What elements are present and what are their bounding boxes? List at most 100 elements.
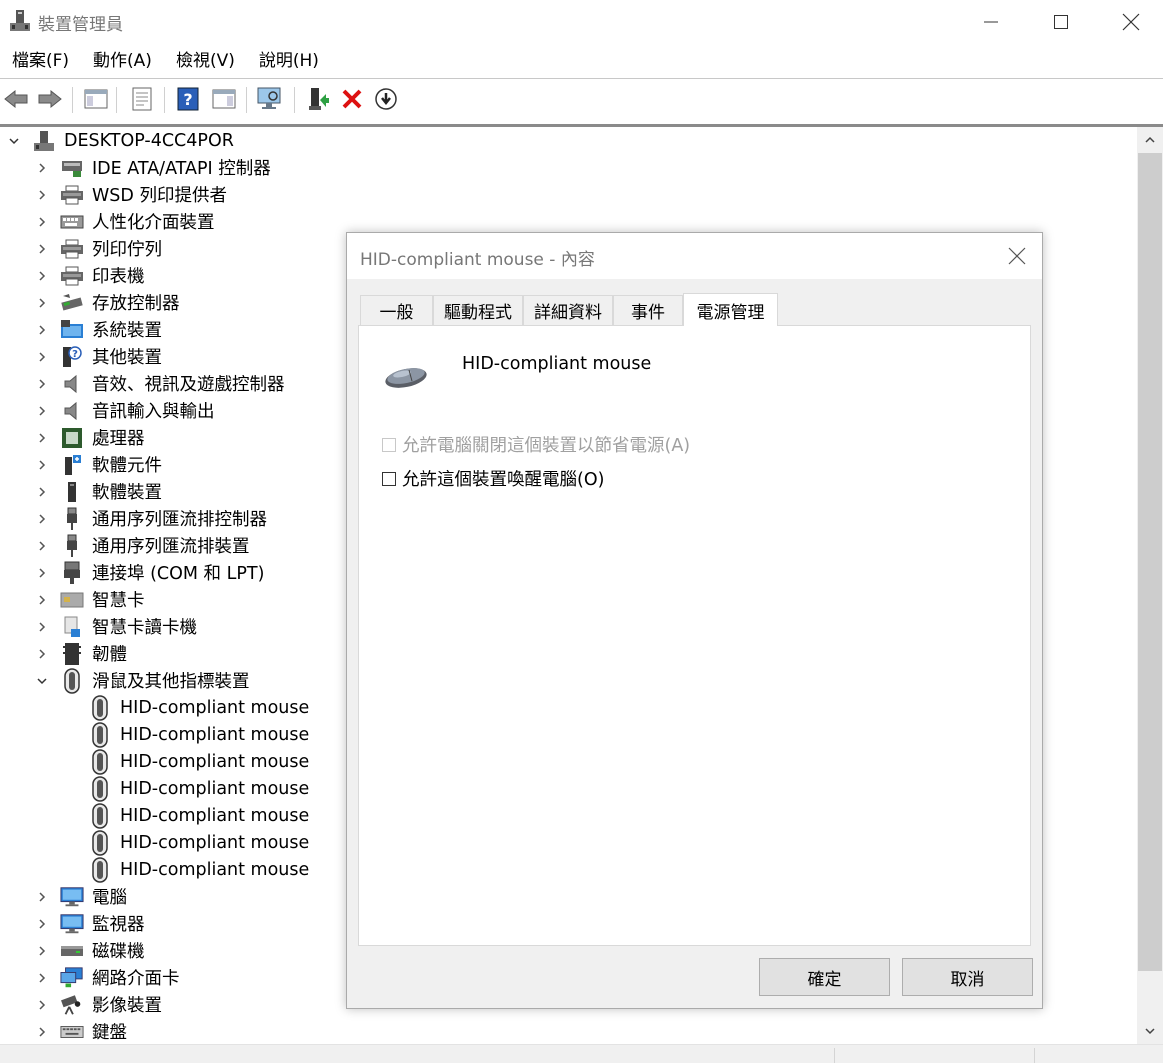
tree-category-row[interactable]: 軟體元件: [34, 451, 162, 478]
tree-category-row[interactable]: 軟體裝置: [34, 478, 162, 505]
tree-category-row[interactable]: IDE ATA/ATAPI 控制器: [34, 154, 271, 181]
toolbar-separator: [246, 87, 247, 113]
scroll-up-button[interactable]: [1137, 127, 1163, 153]
chevron-right-icon[interactable]: [34, 430, 50, 446]
tree-category-row[interactable]: 存放控制器: [34, 289, 180, 316]
vertical-scrollbar[interactable]: [1137, 127, 1163, 1044]
tree-category-row[interactable]: 音訊輸入與輸出: [34, 397, 215, 424]
chevron-right-icon[interactable]: [34, 376, 50, 392]
tree-device-row[interactable]: HID-compliant mouse: [88, 748, 309, 775]
chevron-right-icon[interactable]: [34, 1024, 50, 1040]
tree-category-row[interactable]: WSD 列印提供者: [34, 181, 227, 208]
tree-device-row[interactable]: HID-compliant mouse: [88, 721, 309, 748]
chevron-right-icon[interactable]: [34, 970, 50, 986]
show-hide-console-tree-button[interactable]: [82, 85, 110, 113]
uninstall-device-button[interactable]: [338, 85, 366, 113]
chevron-down-icon[interactable]: [6, 133, 22, 149]
chevron-right-icon[interactable]: [34, 565, 50, 581]
tree-category-row[interactable]: 監視器: [34, 910, 145, 937]
chevron-right-icon[interactable]: [34, 916, 50, 932]
chevron-right-icon[interactable]: [34, 538, 50, 554]
tree-device-label: HID-compliant mouse: [120, 778, 310, 799]
tree-category-row[interactable]: 音效、視訊及遊戲控制器: [34, 370, 285, 397]
scan-hardware-button[interactable]: [256, 85, 284, 113]
tree-category-row[interactable]: 電腦: [34, 883, 127, 910]
tree-category-row[interactable]: 列印佇列: [34, 235, 162, 262]
enable-device-button[interactable]: [372, 85, 400, 113]
chevron-right-icon[interactable]: [34, 484, 50, 500]
tab-power-management[interactable]: 電源管理: [683, 293, 778, 326]
menu-view[interactable]: 檢視(V): [164, 44, 247, 78]
minimize-button[interactable]: [956, 0, 1026, 44]
tree-category-row[interactable]: 智慧卡讀卡機: [34, 613, 197, 640]
action-pane-button[interactable]: [210, 85, 238, 113]
tree-category-row[interactable]: 影像裝置: [34, 991, 162, 1018]
chevron-right-icon[interactable]: [34, 511, 50, 527]
tab-events[interactable]: 事件: [613, 295, 683, 325]
cancel-button[interactable]: 取消: [902, 958, 1033, 996]
chevron-right-icon[interactable]: [34, 943, 50, 959]
forward-button[interactable]: [36, 85, 64, 113]
chevron-right-icon[interactable]: [34, 187, 50, 203]
tree-device-row[interactable]: HID-compliant mouse: [88, 856, 309, 883]
allow-wake-checkbox[interactable]: 允許這個裝置喚醒電腦(O): [382, 466, 604, 491]
mouse-icon: [60, 667, 84, 694]
tree-category-row[interactable]: ? 其他裝置: [34, 343, 162, 370]
menu-help[interactable]: 說明(H): [247, 44, 331, 78]
tree-device-row[interactable]: HID-compliant mouse: [88, 829, 309, 856]
chevron-right-icon[interactable]: [34, 592, 50, 608]
menu-action[interactable]: 動作(A): [81, 44, 164, 78]
chevron-right-icon[interactable]: [34, 295, 50, 311]
close-button[interactable]: [1096, 0, 1163, 44]
dialog-close-button[interactable]: [999, 239, 1035, 273]
tree-device-row[interactable]: HID-compliant mouse: [88, 802, 309, 829]
ok-button[interactable]: 確定: [759, 958, 890, 996]
scroll-down-button[interactable]: [1137, 1018, 1163, 1044]
chevron-right-icon[interactable]: [34, 349, 50, 365]
tree-category-row[interactable]: 系統裝置: [34, 316, 162, 343]
update-driver-button[interactable]: [304, 85, 332, 113]
checkbox-box[interactable]: [382, 471, 396, 486]
tree-category-row[interactable]: 人性化介面裝置: [34, 208, 215, 235]
chevron-right-icon[interactable]: [34, 241, 50, 257]
title-bar: 裝置管理員: [0, 0, 1163, 44]
checkbox-box[interactable]: [382, 437, 396, 452]
tree-device-row[interactable]: HID-compliant mouse: [88, 694, 309, 721]
tree-category-row[interactable]: 韌體: [34, 640, 127, 667]
tree-device-row[interactable]: HID-compliant mouse: [88, 775, 309, 802]
chevron-right-icon[interactable]: [34, 160, 50, 176]
chevron-right-icon[interactable]: [34, 214, 50, 230]
tree-root[interactable]: DESKTOP-4CC4POR: [6, 127, 234, 154]
tree-category-row[interactable]: 通用序列匯流排控制器: [34, 505, 267, 532]
chevron-right-icon[interactable]: [34, 619, 50, 635]
storage-controller-icon: [60, 291, 84, 315]
chevron-right-icon[interactable]: [34, 457, 50, 473]
tree-category-row[interactable]: 通用序列匯流排裝置: [34, 532, 250, 559]
properties-button[interactable]: [128, 85, 156, 113]
tree-category-row[interactable]: 印表機: [34, 262, 145, 289]
chevron-down-icon[interactable]: [34, 673, 50, 689]
tree-category-row[interactable]: 磁碟機: [34, 937, 145, 964]
tree-category-row[interactable]: 滑鼠及其他指標裝置: [34, 667, 250, 694]
scrollbar-thumb[interactable]: [1138, 153, 1162, 971]
tree-category-row[interactable]: 鍵盤: [34, 1018, 127, 1044]
maximize-button[interactable]: [1026, 0, 1096, 44]
chevron-right-icon[interactable]: [34, 268, 50, 284]
tab-general[interactable]: 一般: [360, 295, 433, 325]
chevron-right-icon[interactable]: [34, 646, 50, 662]
chevron-right-icon[interactable]: [34, 997, 50, 1013]
menu-file[interactable]: 檔案(F): [0, 44, 81, 78]
tree-category-row[interactable]: 處理器: [34, 424, 145, 451]
tree-category-row[interactable]: 連接埠 (COM 和 LPT): [34, 559, 264, 586]
tab-details[interactable]: 詳細資料: [523, 295, 613, 325]
back-button[interactable]: [2, 85, 30, 113]
tab-driver[interactable]: 驅動程式: [433, 295, 523, 325]
chevron-right-icon[interactable]: [34, 889, 50, 905]
tree-category-label: 列印佇列: [92, 240, 162, 260]
allow-power-off-checkbox[interactable]: 允許電腦關閉這個裝置以節省電源(A): [382, 432, 690, 457]
tree-category-row[interactable]: 智慧卡: [34, 586, 145, 613]
chevron-right-icon[interactable]: [34, 322, 50, 338]
help-button[interactable]: ?: [174, 85, 202, 113]
chevron-right-icon[interactable]: [34, 403, 50, 419]
tree-category-row[interactable]: 網路介面卡: [34, 964, 180, 991]
